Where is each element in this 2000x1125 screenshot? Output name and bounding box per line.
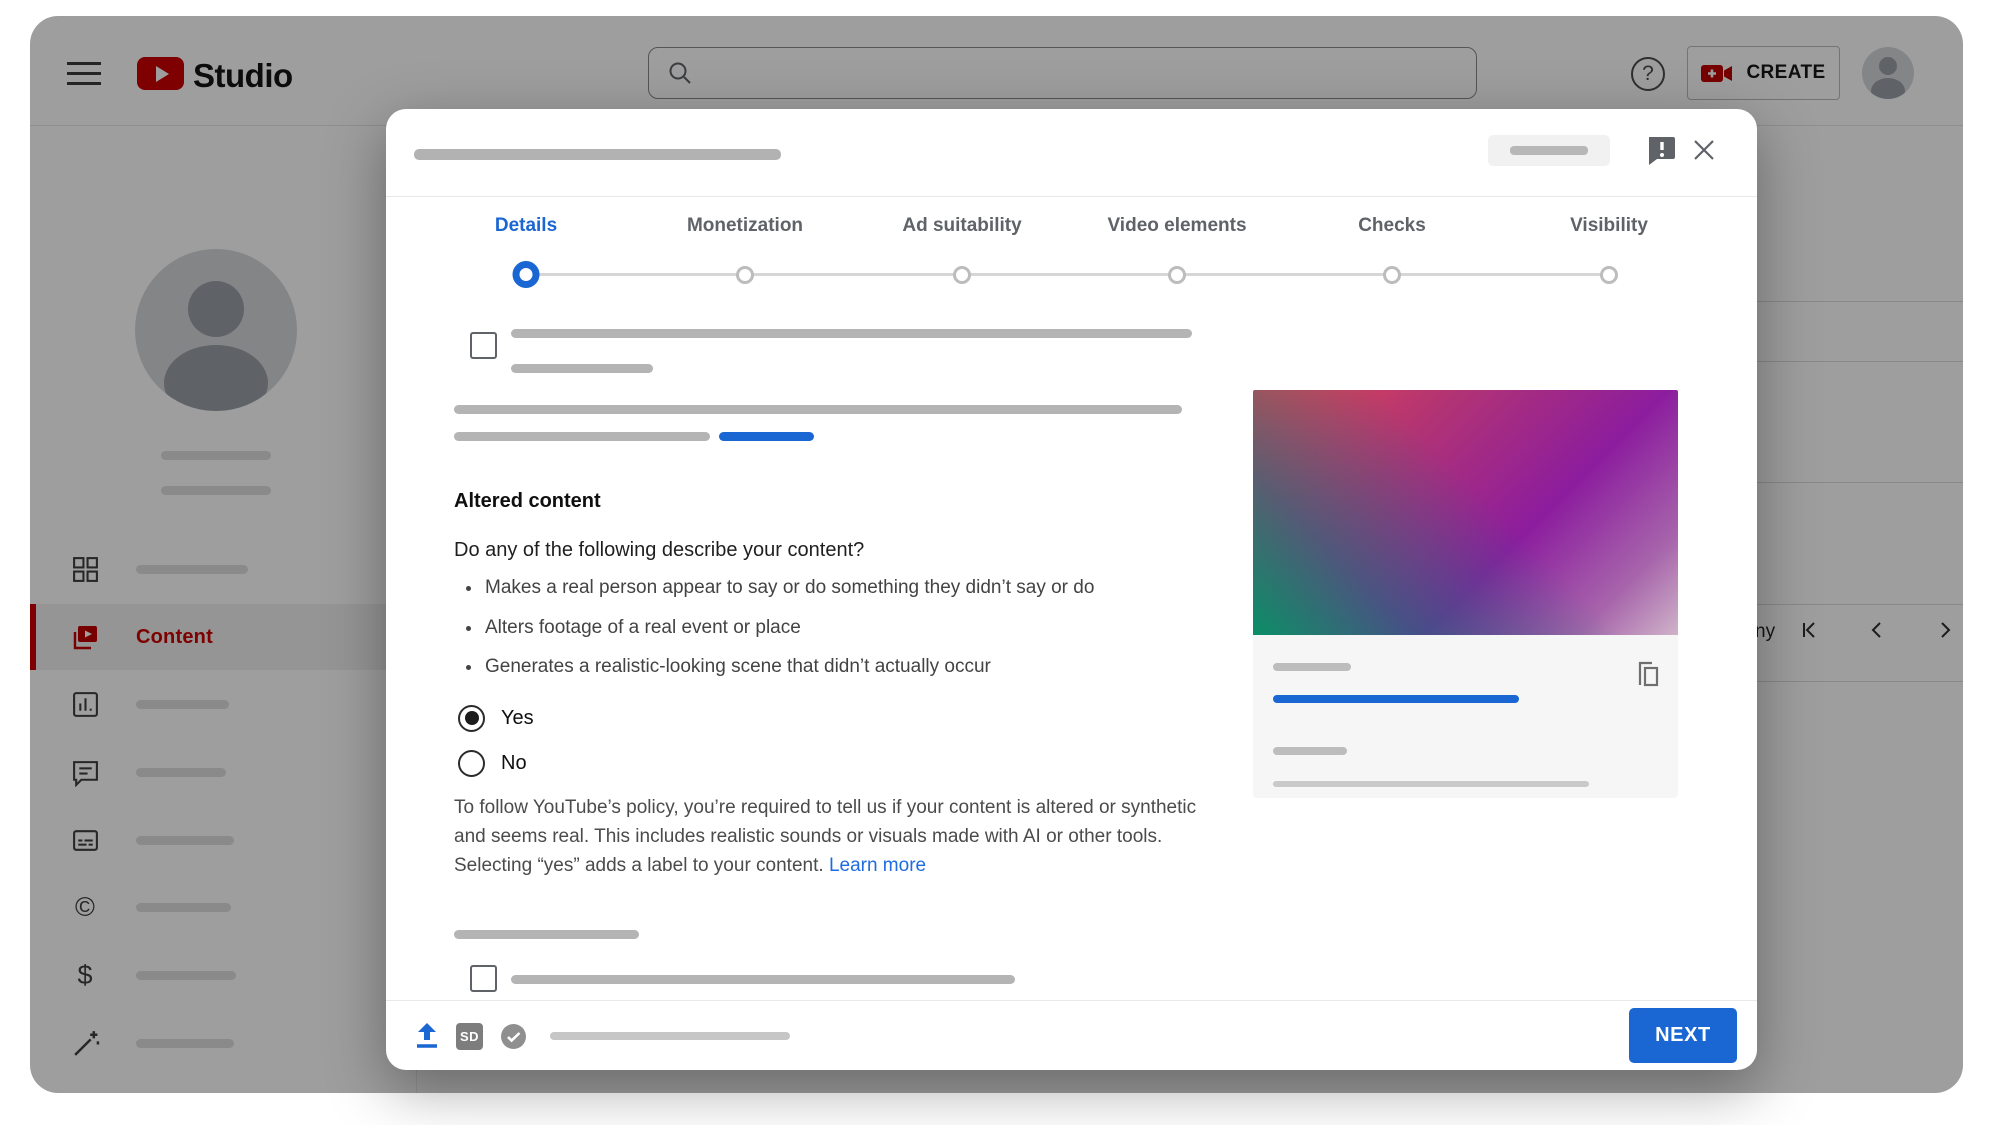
filename-placeholder xyxy=(1273,781,1589,787)
stepper-track xyxy=(526,273,1609,276)
tab-monetization[interactable]: Monetization xyxy=(687,215,803,237)
next-button[interactable]: NEXT xyxy=(1629,1008,1737,1063)
send-feedback-icon[interactable] xyxy=(1645,134,1677,166)
step-dot-checks[interactable] xyxy=(1383,266,1401,284)
step-dot-ad-suitability[interactable] xyxy=(953,266,971,284)
option-label-placeholder xyxy=(511,975,1015,984)
radio-unselected-icon[interactable] xyxy=(458,749,485,777)
section-label-placeholder xyxy=(454,930,639,939)
bullet-dot-icon xyxy=(466,625,471,631)
saved-status-button[interactable] xyxy=(1488,135,1610,166)
close-icon[interactable] xyxy=(1689,135,1719,165)
section-heading: Altered content xyxy=(454,490,601,512)
option-checkbox[interactable] xyxy=(470,965,497,992)
filename-label-placeholder xyxy=(1273,747,1347,755)
description-placeholder xyxy=(454,432,710,441)
video-link-label-placeholder xyxy=(1273,663,1351,671)
step-dot-monetization[interactable] xyxy=(736,266,754,284)
tab-video-elements[interactable]: Video elements xyxy=(1107,215,1246,237)
option-label-placeholder xyxy=(511,329,1192,338)
step-dot-video-elements[interactable] xyxy=(1168,266,1186,284)
tab-details[interactable]: Details xyxy=(495,215,557,237)
learn-more-link[interactable]: Learn more xyxy=(829,855,926,876)
radio-option-no[interactable]: No xyxy=(458,749,527,777)
checks-done-icon xyxy=(501,1024,526,1049)
option-checkbox[interactable] xyxy=(470,332,497,359)
radio-selected-icon[interactable] xyxy=(458,704,485,732)
dialog-header xyxy=(386,109,1757,197)
upload-progress-icon xyxy=(417,1023,437,1048)
radio-option-yes[interactable]: Yes xyxy=(458,704,534,732)
upload-status-placeholder xyxy=(550,1032,790,1040)
inline-link-placeholder[interactable] xyxy=(719,432,814,441)
tab-ad-suitability[interactable]: Ad suitability xyxy=(902,215,1021,237)
bullet-item: Alters footage of a real event or place xyxy=(466,617,801,639)
video-link-placeholder[interactable] xyxy=(1273,695,1519,703)
bullet-item: Generates a realistic-looking scene that… xyxy=(466,656,991,678)
bullet-dot-icon xyxy=(466,585,471,591)
tab-checks[interactable]: Checks xyxy=(1358,215,1426,237)
policy-text: To follow YouTube’s policy, you’re requi… xyxy=(454,797,1197,876)
copy-icon[interactable] xyxy=(1634,659,1662,691)
video-info-panel xyxy=(1253,635,1678,798)
dialog-footer: SD NEXT xyxy=(386,1000,1757,1070)
option-sublabel-placeholder xyxy=(511,364,653,373)
bullet-dot-icon xyxy=(466,664,471,670)
description-placeholder xyxy=(454,405,1182,414)
step-dot-visibility[interactable] xyxy=(1600,266,1618,284)
bullet-item: Makes a real person appear to say or do … xyxy=(466,577,1094,599)
tab-visibility[interactable]: Visibility xyxy=(1570,215,1648,237)
video-thumbnail xyxy=(1253,390,1678,635)
upload-dialog: Details Monetization Ad suitability Vide… xyxy=(386,109,1757,1070)
sd-quality-badge: SD xyxy=(456,1023,483,1050)
section-question: Do any of the following describe your co… xyxy=(454,539,865,561)
status-text-placeholder xyxy=(1510,146,1588,155)
video-title-placeholder xyxy=(414,149,781,160)
step-dot-details[interactable] xyxy=(512,261,540,288)
